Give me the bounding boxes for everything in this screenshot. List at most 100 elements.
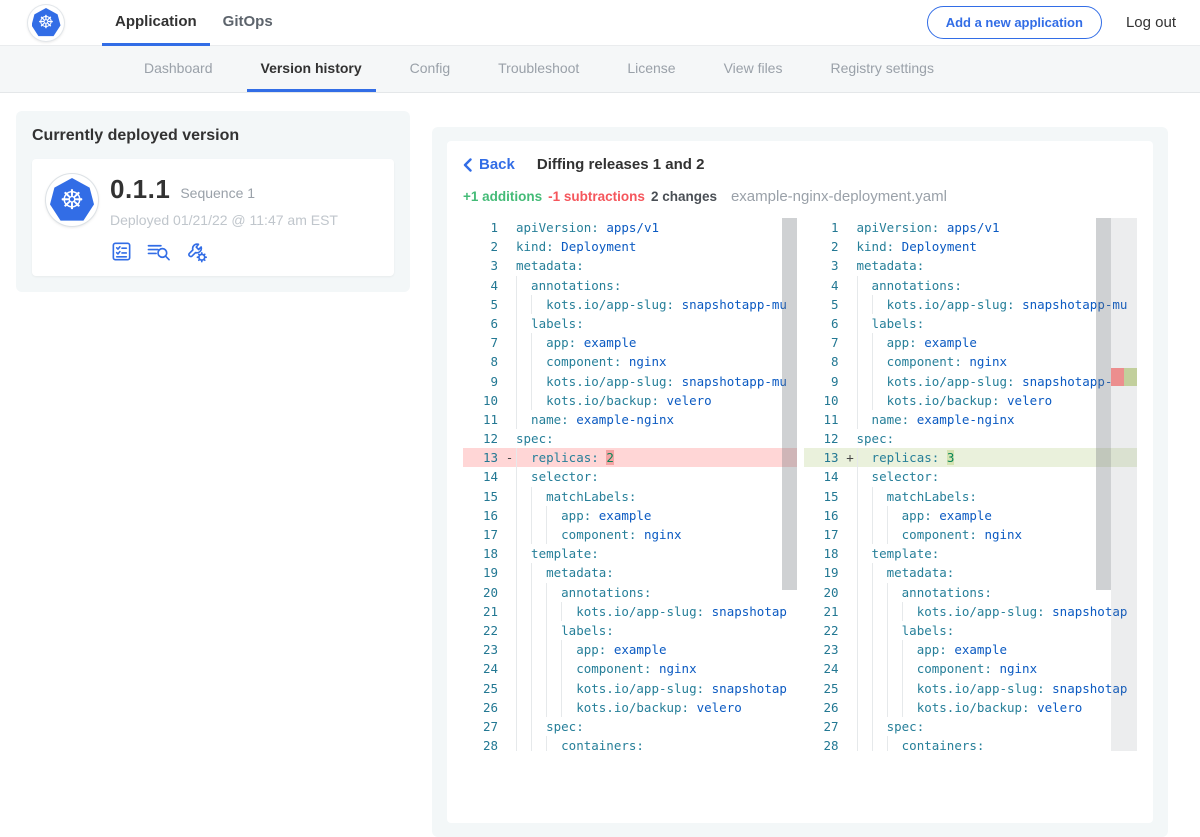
code-line: 5kots.io/app-slug: snapshotapp-mu (804, 295, 1138, 314)
code-line: 27spec: (463, 717, 797, 736)
code-line: 18template: (804, 544, 1138, 563)
subnav-item-dashboard[interactable]: Dashboard (130, 46, 227, 92)
code-line: 1apiVersion: apps/v1 (804, 218, 1138, 237)
code-line: 15matchLabels: (804, 487, 1138, 506)
app-subnav: Dashboard Version history Config Troublesho… (0, 46, 1200, 93)
code-line: 8component: nginx (804, 352, 1138, 371)
ruler-addition-marker (1124, 368, 1137, 386)
code-line: 14selector: (804, 467, 1138, 486)
topnav-tabs: ApplicationGitOps (102, 0, 286, 46)
subnav-item-registry-settings[interactable]: Registry settings (816, 46, 947, 92)
overview-ruler (1111, 218, 1137, 751)
code-line: 8component: nginx (463, 352, 797, 371)
diff-card: Back Diffing releases 1 and 2 +1 additio… (447, 141, 1153, 823)
code-line: 4annotations: (804, 276, 1138, 295)
code-line: 26kots.io/backup: velero (804, 698, 1138, 717)
logout-link[interactable]: Log out (1126, 14, 1176, 31)
code-line: 16app: example (463, 506, 797, 525)
scrollbar-thumb-left[interactable] (782, 218, 797, 590)
code-line: 1apiVersion: apps/v1 (463, 218, 797, 237)
code-line: 17component: nginx (463, 525, 797, 544)
code-line: 17component: nginx (804, 525, 1138, 544)
code-line: 19metadata: (463, 563, 797, 582)
code-line: 6labels: (463, 314, 797, 333)
code-line: 6labels: (804, 314, 1138, 333)
kubernetes-logo: ☸ (28, 5, 64, 41)
code-left: 1apiVersion: apps/v12kind: Deployment3me… (463, 218, 797, 751)
deployed-timestamp: Deployed 01/21/22 @ 11:47 am EST (110, 212, 338, 228)
kubernetes-wheel-icon: ☸ (50, 178, 94, 222)
code-line: 24component: nginx (804, 659, 1138, 678)
back-label: Back (479, 156, 515, 173)
currently-deployed-card: Currently deployed version ☸ 0.1.1 Seque… (16, 111, 410, 292)
code-line: 24component: nginx (463, 659, 797, 678)
code-line: 13-replicas: 2 (463, 448, 797, 467)
diff-pane-left[interactable]: 1apiVersion: apps/v12kind: Deployment3me… (463, 218, 797, 751)
chevron-left-icon (463, 158, 472, 172)
code-line: 5kots.io/app-slug: snapshotapp-mu (463, 295, 797, 314)
topnav-actions: Add a new application Log out (927, 6, 1176, 39)
diff-stats: +1 additions -1 subtractions 2 changes e… (463, 188, 1137, 205)
subnav-item-troubleshoot[interactable]: Troubleshoot (484, 46, 593, 92)
subnav-item-version-history[interactable]: Version history (247, 46, 376, 92)
top-navbar: ☸ ApplicationGitOps Add a new applicatio… (0, 0, 1200, 46)
code-line: 25kots.io/app-slug: snapshotap (463, 679, 797, 698)
diff-panes: 1apiVersion: apps/v12kind: Deployment3me… (463, 218, 1137, 751)
code-line: 25kots.io/app-slug: snapshotap (804, 679, 1138, 698)
code-line: 3metadata: (463, 256, 797, 275)
version-info: 0.1.1 Sequence 1 Deployed 01/21/22 @ 11:… (110, 174, 338, 263)
code-right: 1apiVersion: apps/v12kind: Deployment3me… (804, 218, 1138, 751)
code-line: 20annotations: (804, 583, 1138, 602)
code-line: 22labels: (463, 621, 797, 640)
code-line: 28containers: (804, 736, 1138, 751)
subnav-item-view-files[interactable]: View files (710, 46, 797, 92)
code-line: 16app: example (804, 506, 1138, 525)
code-line: 2kind: Deployment (463, 237, 797, 256)
sequence-label: Sequence 1 (180, 185, 255, 201)
code-line: 7app: example (463, 333, 797, 352)
code-line: 23app: example (463, 640, 797, 659)
code-line: 4annotations: (463, 276, 797, 295)
diff-filename: example-nginx-deployment.yaml (731, 188, 947, 205)
diff-title: Diffing releases 1 and 2 (537, 156, 705, 173)
subtractions-count: -1 subtractions (548, 189, 645, 204)
main-content: Currently deployed version ☸ 0.1.1 Seque… (0, 93, 1200, 768)
code-line: 3metadata: (804, 256, 1138, 275)
code-line: 20annotations: (463, 583, 797, 602)
code-line: 10kots.io/backup: velero (804, 391, 1138, 410)
code-line: 27spec: (804, 717, 1138, 736)
subnav-item-license[interactable]: License (613, 46, 689, 92)
code-line: 18template: (463, 544, 797, 563)
code-line: 10kots.io/backup: velero (463, 391, 797, 410)
additions-count: +1 additions (463, 189, 542, 204)
changes-count: 2 changes (651, 189, 717, 204)
subnav-item-config[interactable]: Config (396, 46, 464, 92)
preflight-checks-icon[interactable] (110, 240, 133, 263)
code-line: 19metadata: (804, 563, 1138, 582)
ruler-deletion-marker (1111, 368, 1124, 386)
add-application-button[interactable]: Add a new application (927, 6, 1102, 39)
code-line: 28containers: (463, 736, 797, 751)
diff-pane-right[interactable]: 1apiVersion: apps/v12kind: Deployment3me… (804, 218, 1138, 751)
code-line: 7app: example (804, 333, 1138, 352)
code-line: 2kind: Deployment (804, 237, 1138, 256)
scrollbar-thumb-right[interactable] (1096, 218, 1111, 590)
edit-config-icon[interactable] (185, 240, 209, 263)
code-line: 11name: example-nginx (463, 410, 797, 429)
kubernetes-wheel-icon: ☸ (32, 8, 61, 37)
back-link[interactable]: Back (463, 156, 515, 173)
release-notes-icon[interactable] (146, 240, 172, 263)
code-line: 23app: example (804, 640, 1138, 659)
code-line: 9kots.io/app-slug: snapshotapp-mu (804, 372, 1138, 391)
version-actions (110, 240, 338, 263)
code-line: 12spec: (804, 429, 1138, 448)
code-line: 21kots.io/app-slug: snapshotap (463, 602, 797, 621)
topnav-tab-application[interactable]: Application (102, 0, 210, 46)
code-line: 9kots.io/app-slug: snapshotapp-mu (463, 372, 797, 391)
deployed-card-title: Currently deployed version (32, 127, 394, 145)
code-line: 22labels: (804, 621, 1138, 640)
topnav-tab-gitops[interactable]: GitOps (210, 0, 286, 46)
code-line: 12spec: (463, 429, 797, 448)
code-line: 26kots.io/backup: velero (463, 698, 797, 717)
code-line: 13+replicas: 3 (804, 448, 1138, 467)
